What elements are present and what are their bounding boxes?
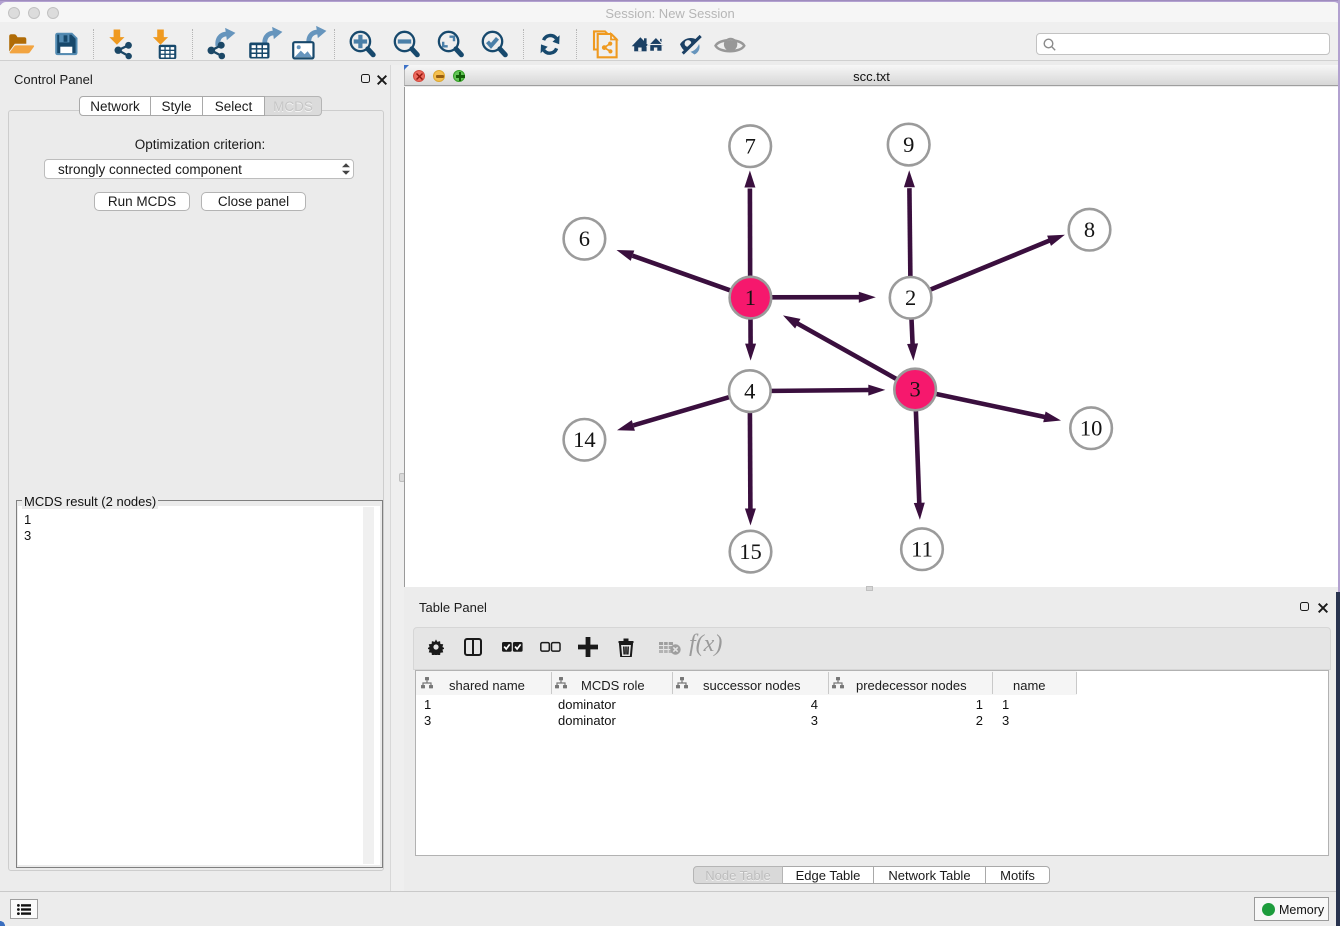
svg-text:1: 1: [745, 285, 756, 310]
svg-text:3: 3: [909, 377, 920, 402]
svg-text:4: 4: [744, 378, 755, 403]
svg-text:15: 15: [739, 539, 762, 564]
svg-text:14: 14: [573, 427, 596, 452]
svg-text:2: 2: [905, 285, 916, 310]
svg-text:11: 11: [911, 536, 933, 561]
svg-text:6: 6: [579, 226, 590, 251]
svg-text:9: 9: [903, 132, 914, 157]
svg-text:10: 10: [1080, 415, 1103, 440]
svg-text:7: 7: [745, 133, 756, 158]
svg-text:8: 8: [1084, 217, 1095, 242]
